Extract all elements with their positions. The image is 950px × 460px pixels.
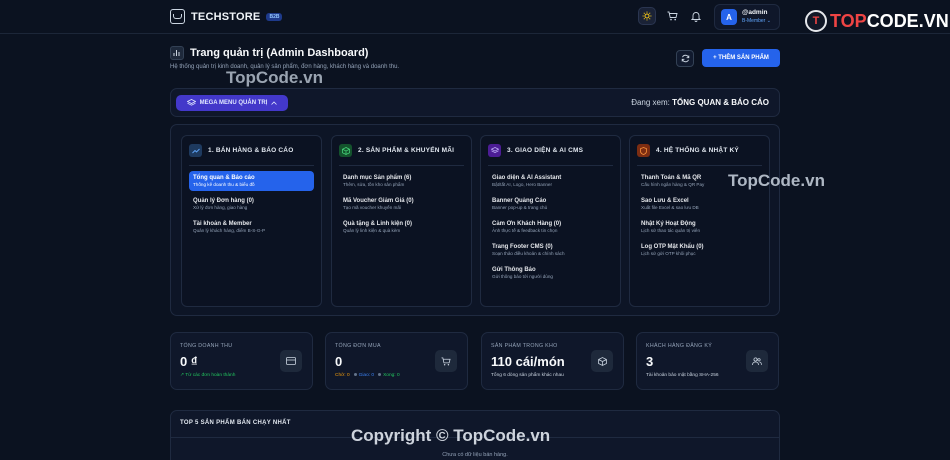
- empty-state: Chưa có dữ liệu bán hàng.: [442, 452, 508, 458]
- watermark-copyright: Copyright © TopCode.vn: [351, 426, 551, 445]
- box-icon: [339, 144, 352, 157]
- menu-item-gifts[interactable]: Quà tặng & Linh kiện (0) Quản lý linh ki…: [339, 217, 464, 237]
- stat-card-inventory: SẢN PHẨM TRONG KHO 110 cái/món Tổng 6 dò…: [481, 332, 624, 390]
- refresh-button[interactable]: [676, 50, 694, 67]
- add-product-button[interactable]: + THÊM SẢN PHẨM: [702, 49, 780, 67]
- bell-icon: [691, 11, 701, 22]
- chevron-up-icon: [271, 101, 278, 105]
- cart-button[interactable]: [663, 7, 681, 25]
- mega-menu-label: MEGA MENU QUẢN TRỊ: [199, 100, 268, 106]
- watermark-logo: T TOPCODE.VN: [805, 10, 949, 32]
- topcode-logo-icon: T: [805, 10, 827, 32]
- menu-item-overview[interactable]: Tổng quan & Báo cáo Thống kê doanh thu &…: [189, 171, 314, 191]
- avatar: A: [721, 9, 737, 25]
- trend-icon: [189, 144, 202, 157]
- brand-name: TECHSTORE: [191, 10, 261, 23]
- menu-item-backup-excel[interactable]: Sao Lưu & Excel Xuất file Excel & sao lư…: [637, 194, 762, 214]
- menu-item-orders[interactable]: Quản lý Đơn hàng (0) Xử lý đơn hàng, gia…: [189, 194, 314, 214]
- page-title: Trang quản trị (Admin Dashboard): [190, 47, 369, 59]
- watermark-text: TopCode.vn: [226, 68, 323, 87]
- current-view: Đang xem: TỔNG QUAN & BÁO CÁO: [631, 98, 769, 107]
- refresh-icon: [681, 54, 689, 63]
- mega-menu-bar: MEGA MENU QUẢN TRỊ Đang xem: TỔNG QUAN &…: [170, 88, 780, 117]
- mega-column-interface: 3. GIAO DIỆN & AI CMS Giao diện & AI Ass…: [480, 135, 621, 307]
- mega-menu-panel: 1. BÁN HÀNG & BÁO CÁO Tổng quan & Báo cá…: [170, 124, 780, 316]
- shield-icon: [637, 144, 650, 157]
- box-icon: [591, 350, 613, 372]
- menu-item-banners[interactable]: Banner Quảng Cáo Banner pop-up & trang c…: [488, 194, 613, 214]
- store-icon: [170, 9, 185, 24]
- layers-icon: [186, 99, 196, 106]
- menu-item-otp-log[interactable]: Log OTP Mật Khẩu (0) Lịch sử gửi OTP khô…: [637, 240, 762, 260]
- mega-column-system: 4. HỆ THỐNG & NHẬT KÝ Thanh Toán & Mã QR…: [629, 135, 770, 307]
- user-role: B-Member ⌄: [742, 18, 771, 24]
- stat-card-revenue: TỔNG DOANH THU 0 ₫ ↗ Từ các đơn hoàn thà…: [170, 332, 313, 390]
- brand-logo[interactable]: TECHSTORE B2B: [170, 9, 283, 24]
- cart-icon: [435, 350, 457, 372]
- page-header: Trang quản trị (Admin Dashboard): [170, 46, 368, 60]
- layers-icon: [488, 144, 501, 157]
- notifications-button[interactable]: [687, 7, 705, 25]
- menu-item-send-notification[interactable]: Gửi Thông Báo Gửi thông báo tới người dù…: [488, 263, 613, 283]
- mega-column-products: 2. SẢN PHẨM & KHUYẾN MÃI Danh mục Sản ph…: [331, 135, 472, 307]
- wallet-icon: [280, 350, 302, 372]
- stat-card-customers: KHÁCH HÀNG ĐĂNG KÝ 3 Tài khoản bảo mật b…: [636, 332, 779, 390]
- brand-badge: B2B: [266, 12, 283, 21]
- menu-item-thank-you[interactable]: Cảm Ơn Khách Hàng (0) Ảnh thực tế & feed…: [488, 217, 613, 237]
- theme-toggle-button[interactable]: [638, 7, 656, 25]
- menu-item-footer-cms[interactable]: Trang Footer CMS (0) Soạn thảo điều khoả…: [488, 240, 613, 260]
- order-status-breakdown: Chờ: 0 Giao: 0 Xong: 0: [335, 373, 400, 378]
- sun-icon: [642, 11, 652, 21]
- user-name: @admin: [742, 9, 768, 16]
- menu-item-vouchers[interactable]: Mã Voucher Giảm Giá (0) Tạo mã voucher k…: [339, 194, 464, 214]
- menu-item-members[interactable]: Tài khoản & Member Quản lý khách hàng, đ…: [189, 217, 314, 237]
- watermark-text: TopCode.vn: [728, 171, 825, 190]
- menu-item-activity-log[interactable]: Nhật Ký Hoạt Động Lịch sử thao tác quản …: [637, 217, 762, 237]
- stat-card-orders: TỔNG ĐƠN MUA 0 Chờ: 0 Giao: 0 Xong: 0: [325, 332, 468, 390]
- users-icon: [746, 350, 768, 372]
- menu-item-product-catalog[interactable]: Danh mục Sản phẩm (6) Thêm, sửa, tồn kho…: [339, 171, 464, 191]
- mega-column-sales: 1. BÁN HÀNG & BÁO CÁO Tổng quan & Báo cá…: [181, 135, 322, 307]
- mega-menu-button[interactable]: MEGA MENU QUẢN TRỊ: [176, 95, 288, 111]
- bar-chart-icon: [170, 46, 184, 60]
- menu-item-ai-assistant[interactable]: Giao diện & AI Assistant Bật/tắt AI, Log…: [488, 171, 613, 191]
- cart-icon: [667, 11, 678, 21]
- user-menu[interactable]: A @admin B-Member ⌄: [714, 4, 780, 30]
